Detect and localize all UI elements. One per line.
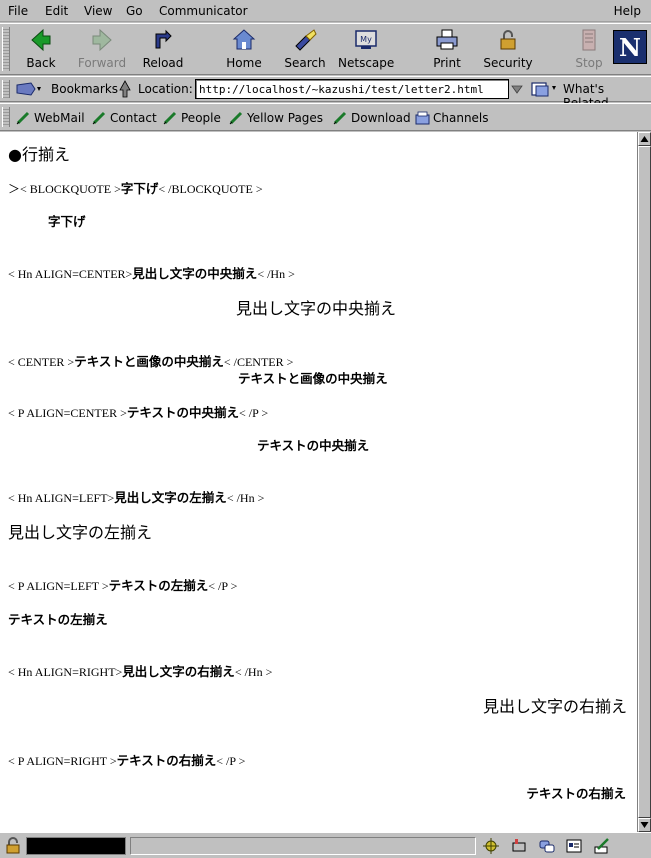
page-content: ●行揃え ＞< BLOCKQUOTE >字下げ< /BLOCKQUOTE > 字… [0,132,637,832]
blockquote-demo: 字下げ [48,214,86,229]
menu-communicator[interactable]: Communicator [159,4,248,18]
menu-view[interactable]: View [84,4,112,18]
personal-download[interactable]: Download [333,110,411,125]
search-button[interactable]: Search [277,26,333,74]
bookmarks-icon[interactable] [15,81,43,97]
menu-bar: File Edit View Go Communicator Help [0,0,651,22]
forward-arrow-icon [92,28,112,52]
netscape-logo: N [613,30,647,64]
bookmark-pen-icon [333,111,347,125]
back-button[interactable]: Back [13,26,69,74]
navigation-toolbar: Back Forward Reload Home Search My Netsc… [0,23,651,75]
forward-button[interactable]: Forward [74,26,130,74]
bookmarks-button[interactable]: Bookmarks [51,82,118,96]
vertical-scrollbar[interactable] [637,132,651,832]
bookmark-pen-icon [163,111,177,125]
mailbox-icon[interactable] [510,837,528,855]
personal-contact[interactable]: Contact [92,110,157,125]
svg-text:My: My [360,35,372,44]
p-left-demo: テキストの左揃え [8,612,108,627]
bookmark-pen-icon [92,111,106,125]
navigator-icon[interactable] [482,837,500,855]
progress-bar [26,837,126,855]
bookmark-pen-icon [229,111,243,125]
menu-file[interactable]: File [8,4,28,18]
menu-edit[interactable]: Edit [45,4,68,18]
personal-toolbar: WebMail Contact People Yellow Pages Down… [0,103,651,131]
bookmark-pen-icon [16,111,30,125]
p-center-tag-line: < P ALIGN=CENTER >テキストの中央揃え< /P > [8,405,269,420]
scroll-up-button[interactable] [638,132,651,146]
scroll-thumb[interactable] [638,146,651,818]
location-pin-icon[interactable] [117,80,133,98]
location-toolbar: Bookmarks Location: http://localhost/~ka… [0,76,651,110]
netscape-button[interactable]: My Netscape [338,26,394,74]
hn-right-demo: 見出し文字の右揃え [482,697,627,716]
home-icon [232,29,256,50]
channels-folder-icon [415,111,430,125]
status-bar [0,832,651,858]
print-button[interactable]: Print [419,26,475,74]
center-demo: テキストと画像の中央揃え [238,371,388,386]
toolbar-grip[interactable] [2,27,10,71]
security-lock-status-icon[interactable] [3,837,23,855]
hn-right-tag-line: < Hn ALIGN=RIGHT>見出し文字の右揃え< /Hn > [8,664,273,679]
page-heading: ●行揃え [8,145,70,164]
scroll-up-arrow-icon [640,136,649,142]
my-netscape-icon: My [355,30,377,49]
personal-yellow-pages[interactable]: Yellow Pages [229,110,323,125]
reload-icon [155,29,172,49]
url-input[interactable]: http://localhost/~kazushi/test/letter2.h… [195,79,509,99]
stop-button[interactable]: Stop [561,26,617,74]
reload-button[interactable]: Reload [135,26,191,74]
p-left-tag-line: < P ALIGN=LEFT >テキストの左揃え< /P > [8,578,238,593]
blockquote-tag-line: ＞< BLOCKQUOTE >字下げ< /BLOCKQUOTE > [8,181,263,196]
search-flashlight-icon [295,29,317,51]
component-bar [482,837,617,858]
hn-left-demo: 見出し文字の左揃え [8,523,153,542]
stop-icon [582,29,596,51]
scroll-down-arrow-icon [640,822,649,828]
menu-go[interactable]: Go [126,4,143,18]
personal-channels[interactable]: Channels [415,110,489,125]
personal-webmail[interactable]: WebMail [16,110,85,125]
address-book-icon[interactable] [565,837,583,855]
scroll-down-button[interactable] [638,818,651,832]
p-right-tag-line: < P ALIGN=RIGHT >テキストの右揃え< /P > [8,753,246,768]
whats-related-icon[interactable] [530,80,558,98]
composer-icon[interactable] [593,837,611,855]
hn-center-demo: 見出し文字の中央揃え [236,299,397,318]
location-label: Location: [138,82,193,96]
security-button[interactable]: Security [480,26,536,74]
status-message-area [130,837,476,855]
hn-left-tag-line: < Hn ALIGN=LEFT>見出し文字の左揃え< /Hn > [8,490,265,505]
back-arrow-icon [31,28,51,52]
home-button[interactable]: Home [216,26,272,74]
url-dropdown-icon[interactable] [510,81,524,97]
security-padlock-icon [500,30,516,50]
menu-help[interactable]: Help [614,4,641,18]
p-right-demo: テキストの右揃え [526,786,626,801]
personal-grip[interactable] [2,107,10,127]
printer-icon [436,29,458,50]
personal-people[interactable]: People [163,110,221,125]
p-center-demo: テキストの中央揃え [257,438,370,453]
discussion-groups-icon[interactable] [538,837,556,855]
hn-center-tag-line: < Hn ALIGN=CENTER>見出し文字の中央揃え< /Hn > [8,266,295,281]
location-grip[interactable] [2,80,10,98]
